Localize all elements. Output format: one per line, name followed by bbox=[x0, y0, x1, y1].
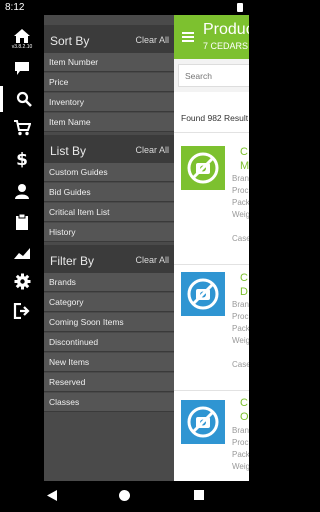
list-option[interactable]: Bid Guides bbox=[44, 183, 174, 202]
sort-option[interactable]: Price bbox=[44, 73, 174, 92]
rail-cart[interactable] bbox=[0, 117, 44, 139]
filter-panel: Sort By Clear All Item Number Price Inve… bbox=[44, 15, 174, 481]
product-thumbnail bbox=[181, 272, 225, 316]
rail-messages[interactable] bbox=[0, 58, 44, 78]
filter-clear-all-button[interactable]: Clear All bbox=[135, 255, 169, 265]
rail-settings[interactable] bbox=[0, 270, 44, 292]
filter-title: Filter By bbox=[50, 254, 95, 268]
weight-label: Weig bbox=[232, 336, 249, 345]
filter-option[interactable]: Classes bbox=[44, 393, 174, 412]
divider bbox=[174, 264, 249, 265]
search-icon bbox=[16, 91, 32, 107]
page-subtitle: 7 CEDARS bbox=[203, 41, 249, 51]
rail-home[interactable] bbox=[0, 27, 44, 45]
product-thumbnail bbox=[181, 146, 225, 190]
clipboard-icon bbox=[16, 213, 28, 230]
pack-label: Pack bbox=[232, 198, 249, 207]
page-title: Produc bbox=[203, 21, 249, 38]
results-count: Found 982 Result bbox=[181, 113, 249, 123]
hamburger-menu-icon[interactable] bbox=[182, 32, 194, 42]
no-photo-icon bbox=[187, 406, 219, 438]
product-name-line2: M bbox=[240, 160, 249, 172]
filter-option[interactable]: Reserved bbox=[44, 373, 174, 392]
product-label: Proc bbox=[232, 186, 249, 195]
product-name-line1: C bbox=[240, 272, 248, 284]
pack-label: Pack bbox=[232, 324, 249, 333]
case-label: Case bbox=[232, 234, 249, 243]
weight-label: Weig bbox=[232, 462, 249, 471]
svg-text:$: $ bbox=[16, 150, 28, 168]
rail-orders[interactable] bbox=[0, 210, 44, 234]
no-photo-icon bbox=[187, 152, 219, 184]
gear-icon bbox=[14, 273, 30, 289]
filter-option[interactable]: Category bbox=[44, 293, 174, 312]
brand-label: Bran bbox=[232, 300, 249, 309]
divider bbox=[174, 390, 249, 391]
filter-option[interactable]: New Items bbox=[44, 353, 174, 372]
product-card[interactable]: C M Bran Proc Pack Weig Case bbox=[174, 136, 249, 254]
home-button-icon[interactable] bbox=[118, 489, 131, 502]
recents-icon[interactable] bbox=[193, 489, 205, 501]
app-screen: 8:12 v3.8.2.10 $ Sort By Clear All Item … bbox=[0, 0, 249, 512]
product-label: Proc bbox=[232, 312, 249, 321]
home-icon bbox=[14, 29, 30, 43]
list-option[interactable]: History bbox=[44, 223, 174, 242]
product-name-line2: O bbox=[240, 411, 249, 423]
product-name-line1: C bbox=[240, 397, 248, 409]
product-card[interactable]: C D Bran Proc Pack Weig Case bbox=[174, 268, 249, 386]
app-header: Produc 7 CEDARS bbox=[174, 15, 249, 59]
list-option[interactable]: Critical Item List bbox=[44, 203, 174, 222]
brand-label: Bran bbox=[232, 426, 249, 435]
product-name-line2: D bbox=[240, 286, 248, 298]
products-view: Produc 7 CEDARS Found 982 Result C M Bra… bbox=[174, 15, 249, 481]
list-option[interactable]: Custom Guides bbox=[44, 163, 174, 182]
app-version: v3.8.2.10 bbox=[11, 44, 33, 50]
sort-option[interactable]: Inventory bbox=[44, 93, 174, 112]
chat-icon bbox=[15, 61, 29, 75]
no-photo-icon bbox=[187, 278, 219, 310]
rail-logout[interactable] bbox=[0, 300, 44, 322]
search-input[interactable] bbox=[178, 64, 249, 87]
brand-label: Bran bbox=[232, 174, 249, 183]
search-bar bbox=[174, 59, 249, 92]
rail-pricing[interactable]: $ bbox=[0, 148, 44, 170]
filter-option[interactable]: Brands bbox=[44, 273, 174, 292]
pack-label: Pack bbox=[232, 450, 249, 459]
product-thumbnail bbox=[181, 400, 225, 444]
product-card[interactable]: C O Bran Proc Pack Weig bbox=[174, 394, 249, 481]
nav-rail: v3.8.2.10 $ bbox=[0, 15, 44, 481]
system-nav-bar bbox=[0, 481, 249, 512]
chart-icon bbox=[14, 248, 30, 259]
rail-reports[interactable] bbox=[0, 242, 44, 264]
sort-clear-all-button[interactable]: Clear All bbox=[135, 35, 169, 45]
filter-option[interactable]: Discontinued bbox=[44, 333, 174, 352]
status-bar: 8:12 bbox=[0, 0, 249, 15]
sort-option[interactable]: Item Number bbox=[44, 53, 174, 72]
sort-title: Sort By bbox=[50, 34, 90, 48]
rail-search[interactable] bbox=[0, 86, 44, 112]
logout-icon bbox=[13, 303, 30, 319]
product-name-line1: C bbox=[240, 146, 248, 158]
list-title: List By bbox=[50, 144, 87, 158]
divider bbox=[174, 132, 249, 133]
back-icon[interactable] bbox=[46, 489, 58, 502]
battery-icon bbox=[237, 3, 243, 12]
list-clear-all-button[interactable]: Clear All bbox=[135, 145, 169, 155]
product-label: Proc bbox=[232, 438, 249, 447]
case-label: Case bbox=[232, 360, 249, 369]
rail-account[interactable] bbox=[0, 180, 44, 202]
filter-option[interactable]: Coming Soon Items bbox=[44, 313, 174, 332]
user-icon bbox=[15, 184, 29, 199]
cart-icon bbox=[14, 120, 31, 136]
weight-label: Weig bbox=[232, 210, 249, 219]
sort-option[interactable]: Item Name bbox=[44, 113, 174, 132]
dollar-icon: $ bbox=[16, 150, 28, 168]
status-time: 8:12 bbox=[5, 2, 25, 13]
